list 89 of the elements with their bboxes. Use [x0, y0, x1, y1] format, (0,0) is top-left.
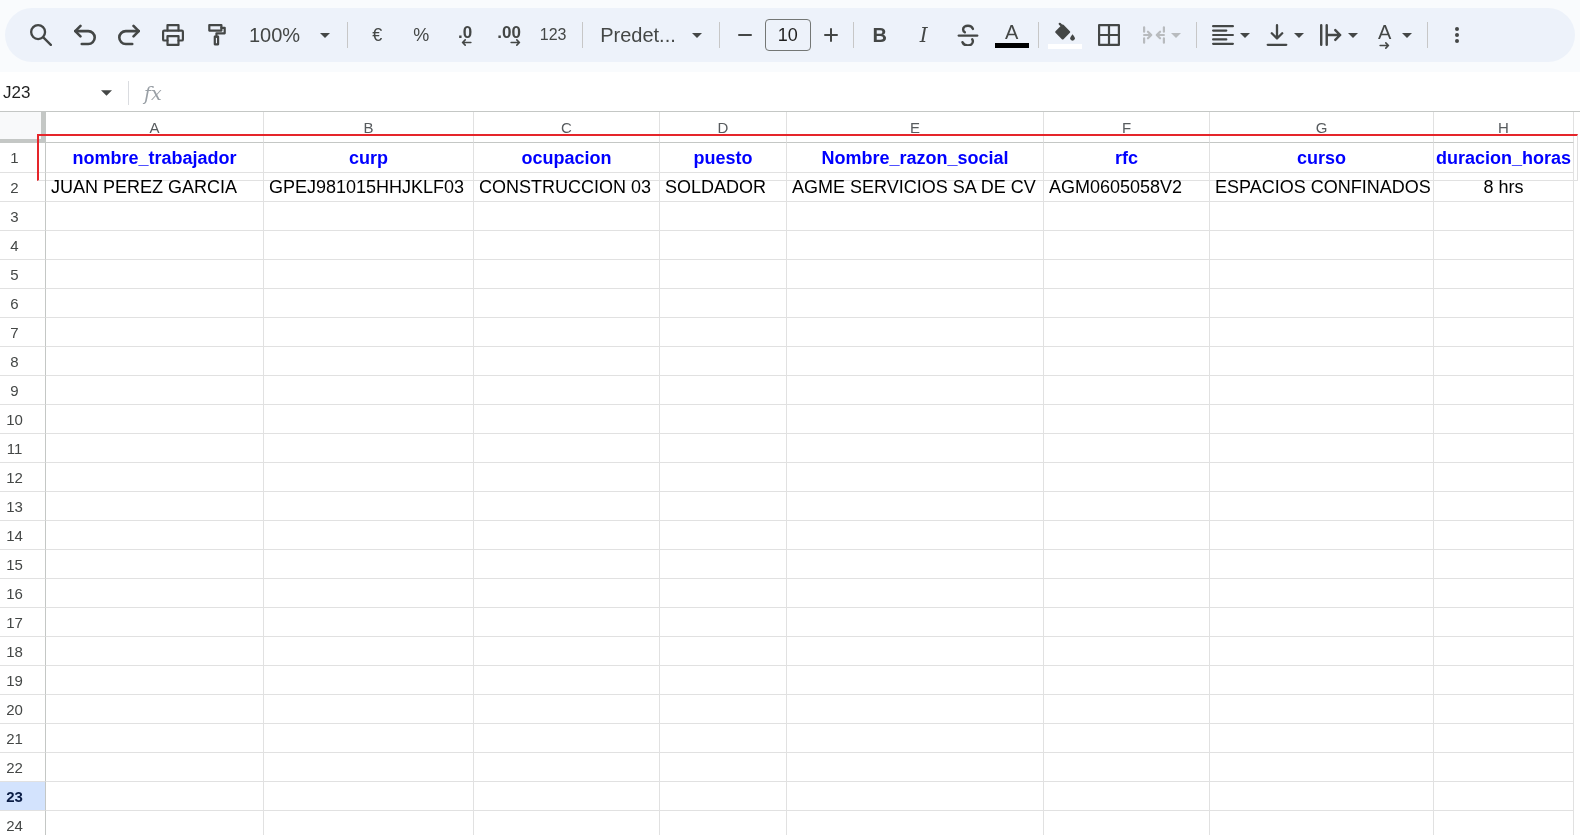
table-cell: CONSTRUCCION 03	[474, 173, 660, 202]
caret-icon	[1293, 32, 1304, 38]
zoom-dropdown[interactable]: 100%	[241, 17, 339, 53]
grid-icon	[1097, 24, 1120, 46]
table-cell: curso	[1210, 143, 1434, 173]
plus-icon	[823, 28, 838, 42]
column-header[interactable]: C	[474, 112, 660, 143]
color-swatch-icon	[994, 43, 1029, 48]
table-cell: AGM0605058V2	[1044, 173, 1210, 202]
printer-icon	[162, 24, 184, 46]
row-header[interactable]: 20	[0, 695, 46, 724]
row-header[interactable]: 2	[0, 173, 46, 202]
row-header[interactable]: 3	[0, 202, 46, 231]
number-format-button[interactable]: 123	[533, 17, 574, 53]
row-header[interactable]: 9	[0, 376, 46, 405]
row-header[interactable]: 7	[0, 318, 46, 347]
increase-decimals-button[interactable]: .00	[489, 17, 530, 53]
row-header[interactable]: 14	[0, 521, 46, 550]
currency-button[interactable]: €	[357, 17, 398, 53]
arrow-right-icon	[509, 39, 521, 46]
arrow-left-icon	[461, 39, 473, 46]
row-header[interactable]: 10	[0, 405, 46, 434]
caret-icon	[1170, 32, 1181, 38]
table-cell: nombre_trabajador	[46, 143, 264, 173]
text-rotation-button[interactable]: A	[1367, 17, 1418, 53]
table-cell: ESPACIOS CONFINADOS	[1210, 173, 1434, 202]
row-header[interactable]: 4	[0, 231, 46, 260]
table-cell: Nombre_razon_social	[787, 143, 1044, 173]
select-all-corner[interactable]	[0, 112, 46, 143]
row-header[interactable]: 12	[0, 463, 46, 492]
row-header[interactable]: 18	[0, 637, 46, 666]
merge-arrows-icon	[1142, 24, 1165, 46]
font-dropdown[interactable]: Predet...	[592, 17, 710, 53]
align-bottom-icon	[1265, 24, 1288, 46]
row-header[interactable]: 8	[0, 347, 46, 376]
table-cell: AGME SERVICIOS SA DE CV	[787, 173, 1044, 202]
table-cell: rfc	[1044, 143, 1210, 173]
strikethrough-icon	[956, 24, 979, 46]
table-cell: JUAN PEREZ GARCIA	[46, 173, 264, 202]
paint-roller-icon	[206, 24, 228, 46]
row-header[interactable]: 19	[0, 666, 46, 695]
undo-icon	[74, 24, 96, 46]
function-label: fx	[144, 82, 162, 104]
row-header[interactable]: 23	[0, 782, 46, 811]
search-icon	[30, 24, 52, 46]
table-cell: ocupacion	[474, 143, 660, 173]
redo-icon	[118, 24, 140, 46]
table-cell: 8 hrs	[1434, 173, 1574, 202]
column-header[interactable]: F	[1044, 112, 1210, 143]
row-header[interactable]: 6	[0, 289, 46, 318]
align-left-icon	[1211, 24, 1234, 46]
caret-icon	[691, 32, 702, 38]
table-cell: GPEJ981015HHJKLF03	[264, 173, 474, 202]
bold-button[interactable]: B	[859, 17, 900, 53]
arrow-right-icon	[1379, 41, 1391, 49]
decrease-decimals-button[interactable]: .0	[445, 17, 486, 53]
table-cell: puesto	[660, 143, 787, 173]
italic-button[interactable]: I	[903, 17, 944, 53]
column-header[interactable]: G	[1210, 112, 1434, 143]
column-header[interactable]: H	[1434, 112, 1574, 143]
caret-icon	[1401, 32, 1412, 38]
column-header[interactable]: E	[787, 112, 1044, 143]
column-header[interactable]: B	[264, 112, 474, 143]
wrap-arrow-icon	[1319, 24, 1342, 46]
minus-icon	[737, 34, 752, 36]
text-color-button[interactable]: A	[991, 17, 1032, 53]
row-header[interactable]: 21	[0, 724, 46, 753]
row-header[interactable]: 16	[0, 579, 46, 608]
more-vertical-icon	[1454, 27, 1459, 43]
caret-icon	[1347, 32, 1358, 38]
paint-bucket-icon	[1053, 21, 1076, 43]
row-header[interactable]: 1	[0, 143, 46, 173]
row-header[interactable]: 11	[0, 434, 46, 463]
row-header[interactable]: 15	[0, 550, 46, 579]
caret-icon	[320, 32, 331, 38]
row-header[interactable]: 24	[0, 811, 46, 835]
name-box[interactable]: J23	[0, 77, 120, 109]
row-header[interactable]: 5	[0, 260, 46, 289]
table-cell: SOLDADOR	[660, 173, 787, 202]
column-header[interactable]: D	[660, 112, 787, 143]
caret-icon	[1239, 32, 1250, 38]
font-size-field[interactable]: 10	[764, 19, 811, 51]
table-cell: duracion_horas	[1434, 143, 1574, 173]
table-cell: curp	[264, 143, 474, 173]
row-header[interactable]: 17	[0, 608, 46, 637]
percent-button[interactable]: %	[401, 17, 442, 53]
column-header[interactable]: A	[46, 112, 264, 143]
row-header[interactable]: 13	[0, 492, 46, 521]
caret-icon	[101, 90, 112, 96]
